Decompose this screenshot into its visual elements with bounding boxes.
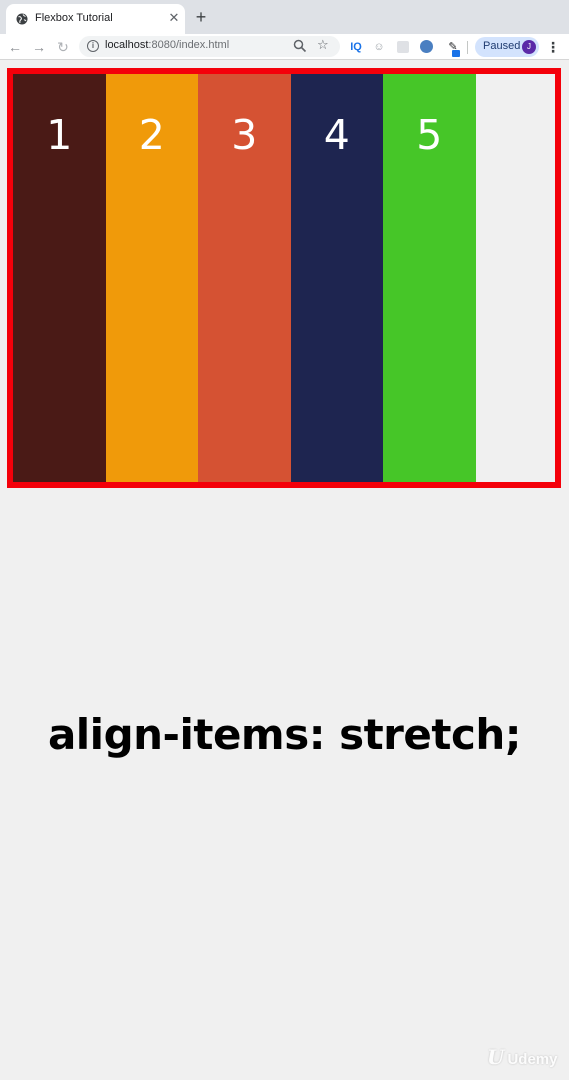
browser-tab-strip: Flexbox Tutorial ✕ +	[0, 0, 569, 34]
zoom-magnifier-icon[interactable]	[293, 39, 307, 53]
url-host: localhost	[105, 39, 149, 51]
profile-status-label: Paused	[483, 40, 521, 52]
watermark-text: Udemy	[507, 1051, 558, 1068]
url-path: :8080/index.html	[148, 39, 230, 51]
globe-icon	[16, 13, 28, 25]
tab-close-icon[interactable]: ✕	[167, 11, 181, 25]
reload-icon[interactable]: ↻	[54, 38, 72, 56]
flex-item-label: 1	[46, 111, 73, 159]
ghost-extension-icon[interactable]: ☺	[372, 39, 386, 55]
flex-item-1: 1	[13, 74, 106, 482]
forward-arrow-icon[interactable]: →	[30, 38, 48, 56]
flex-item-label: 3	[231, 111, 258, 159]
tab-title: Flexbox Tutorial	[35, 12, 113, 24]
browser-toolbar: ← → ↻ i localhost:8080/index.html ☆ IQ ☺…	[0, 34, 569, 60]
site-info-icon[interactable]: i	[87, 40, 99, 52]
flex-container: 1 2 3 4 5	[7, 68, 561, 488]
toolbar-divider	[467, 41, 468, 54]
new-tab-button[interactable]: +	[192, 8, 210, 26]
flex-item-label: 5	[416, 111, 443, 159]
flex-item-5: 5	[383, 74, 476, 482]
bookmark-star-icon[interactable]: ☆	[317, 37, 329, 53]
udemy-logo-icon: U	[487, 1045, 505, 1069]
address-bar[interactable]: i localhost:8080/index.html ☆	[79, 36, 340, 57]
iq-extension-icon[interactable]: IQ	[348, 39, 364, 55]
flex-item-2: 2	[105, 74, 198, 482]
flex-item-4: 4	[290, 74, 383, 482]
flex-item-3: 3	[198, 74, 291, 482]
page-caption: align-items: stretch;	[47, 710, 522, 759]
flex-item-label: 4	[323, 111, 350, 159]
browser-tab[interactable]: Flexbox Tutorial ✕	[6, 4, 185, 34]
avatar: J	[522, 40, 536, 54]
browser-menu-icon[interactable]: ⋮	[546, 38, 560, 56]
blue-circle-extension-icon[interactable]	[420, 40, 433, 53]
back-arrow-icon[interactable]: ←	[6, 38, 24, 56]
pen-extension-badge	[452, 50, 460, 57]
flex-item-label: 2	[138, 111, 165, 159]
url-text[interactable]: localhost:8080/index.html	[105, 39, 229, 51]
grey-extension-icon[interactable]	[397, 41, 409, 53]
udemy-watermark: U Udemy	[487, 1045, 557, 1069]
profile-button[interactable]: Paused J	[475, 37, 539, 57]
